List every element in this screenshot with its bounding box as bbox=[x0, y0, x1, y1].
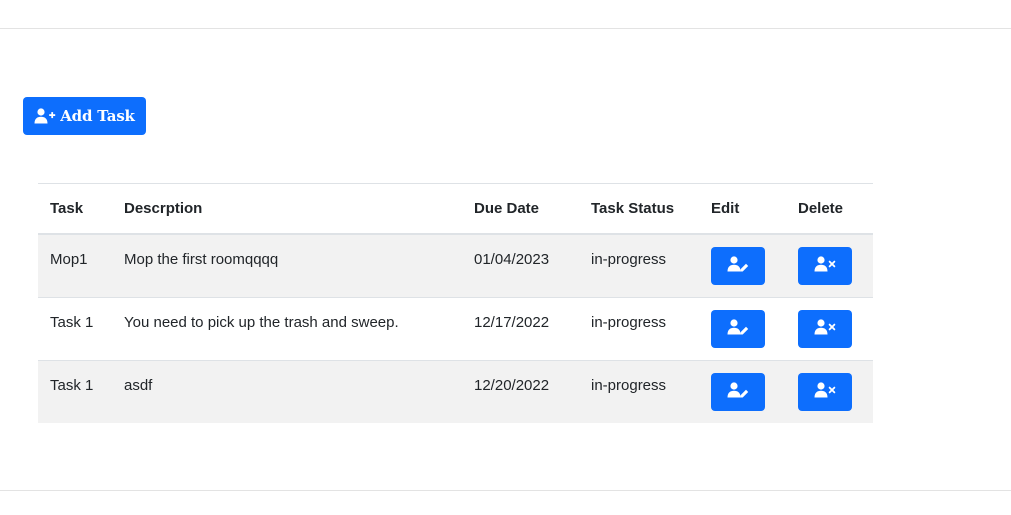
task-cell: Task 1 bbox=[38, 297, 112, 361]
add-task-button[interactable]: Add Task bbox=[23, 97, 146, 135]
task-due-date: 01/04/2023 bbox=[474, 251, 550, 268]
due-date-cell: 01/04/2023 bbox=[462, 234, 579, 298]
table-header-row: Task Descrption Due Date Task Status Edi… bbox=[38, 183, 873, 235]
task-due-date: 12/20/2022 bbox=[474, 377, 550, 394]
task-cell: Mop1 bbox=[38, 234, 112, 298]
column-header-delete: Delete bbox=[786, 183, 873, 235]
user-times-icon bbox=[814, 319, 836, 339]
task-status: in-progress bbox=[591, 314, 667, 331]
task-name: Task 1 bbox=[50, 314, 94, 331]
tasks-table: Task Descrption Due Date Task Status Edi… bbox=[38, 183, 873, 423]
user-times-icon bbox=[814, 382, 836, 402]
page: Add Task Task Descrption Due Date Task S… bbox=[0, 0, 1011, 515]
due-date-cell: 12/17/2022 bbox=[462, 297, 579, 361]
column-header-task-status: Task Status bbox=[579, 183, 699, 235]
delete-cell bbox=[786, 360, 873, 423]
task-description: You need to pick up the trash and sweep. bbox=[124, 314, 399, 331]
delete-task-button[interactable] bbox=[798, 373, 852, 411]
task-status: in-progress bbox=[591, 251, 667, 268]
delete-cell bbox=[786, 297, 873, 361]
due-date-cell: 12/20/2022 bbox=[462, 360, 579, 423]
task-description: asdf bbox=[124, 377, 153, 394]
status-cell: in-progress bbox=[579, 234, 699, 298]
top-divider bbox=[0, 28, 1011, 29]
column-header-edit: Edit bbox=[699, 183, 786, 235]
delete-task-button[interactable] bbox=[798, 247, 852, 285]
user-edit-icon bbox=[727, 382, 749, 402]
table-row: Mop1 Mop the first roomqqqq 01/04/2023 i… bbox=[38, 234, 873, 298]
edit-task-button[interactable] bbox=[711, 310, 765, 348]
user-plus-icon bbox=[34, 108, 56, 124]
status-cell: in-progress bbox=[579, 297, 699, 361]
edit-cell bbox=[699, 297, 786, 361]
edit-task-button[interactable] bbox=[711, 247, 765, 285]
edit-task-button[interactable] bbox=[711, 373, 765, 411]
bottom-divider bbox=[0, 490, 1011, 491]
delete-cell bbox=[786, 234, 873, 298]
task-due-date: 12/17/2022 bbox=[474, 314, 550, 331]
task-name: Task 1 bbox=[50, 377, 94, 394]
description-cell: asdf bbox=[112, 360, 462, 423]
task-description: Mop the first roomqqqq bbox=[124, 251, 279, 268]
status-cell: in-progress bbox=[579, 360, 699, 423]
column-header-description: Descrption bbox=[112, 183, 462, 235]
column-header-task: Task bbox=[38, 183, 112, 235]
table-row: Task 1 asdf 12/20/2022 in-progress bbox=[38, 360, 873, 423]
edit-cell bbox=[699, 234, 786, 298]
description-cell: You need to pick up the trash and sweep. bbox=[112, 297, 462, 361]
add-task-label: Add Task bbox=[60, 107, 135, 125]
user-edit-icon bbox=[727, 319, 749, 339]
user-edit-icon bbox=[727, 256, 749, 276]
task-cell: Task 1 bbox=[38, 360, 112, 423]
description-cell: Mop the first roomqqqq bbox=[112, 234, 462, 298]
column-header-due-date: Due Date bbox=[462, 183, 579, 235]
edit-cell bbox=[699, 360, 786, 423]
delete-task-button[interactable] bbox=[798, 310, 852, 348]
task-status: in-progress bbox=[591, 377, 667, 394]
task-name: Mop1 bbox=[50, 251, 88, 268]
user-times-icon bbox=[814, 256, 836, 276]
table-row: Task 1 You need to pick up the trash and… bbox=[38, 297, 873, 361]
